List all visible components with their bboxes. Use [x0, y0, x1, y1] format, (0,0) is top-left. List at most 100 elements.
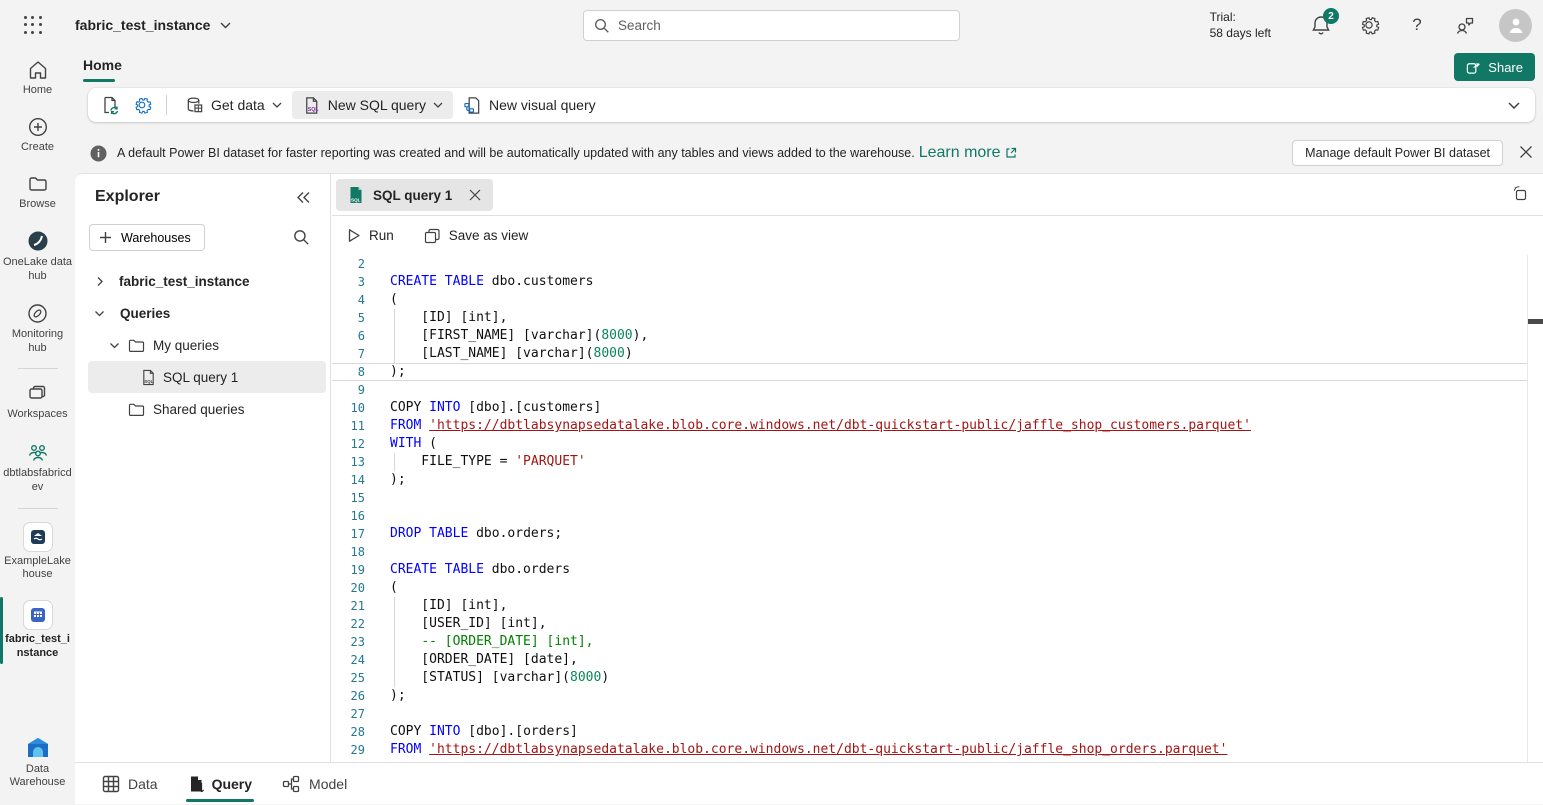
svg-text:SQL: SQL: [307, 107, 319, 113]
rail-item-workspaces[interactable]: Workspaces: [0, 373, 75, 431]
onelake-icon: [26, 229, 50, 253]
ribbon-expand-chevron[interactable]: [1499, 91, 1529, 119]
explorer-search-icon[interactable]: [293, 229, 310, 246]
top-bar: fabric_test_instance Search Trial: 58 da…: [0, 0, 1543, 50]
tab-data[interactable]: Data: [100, 763, 160, 805]
new-sql-query-button[interactable]: SQL New SQL query: [292, 91, 453, 119]
line-number: 7: [332, 345, 365, 363]
chevron-down-icon: [109, 341, 120, 350]
app-launcher-icon[interactable]: [22, 14, 44, 36]
copy-icon[interactable]: [1511, 185, 1529, 203]
query-tab-sql-query-1[interactable]: SQL SQL query 1: [336, 179, 493, 211]
settings-button[interactable]: [1358, 14, 1380, 36]
data-warehouse-icon: [25, 736, 51, 760]
play-icon: [347, 228, 361, 243]
help-button[interactable]: ?: [1406, 14, 1428, 36]
rail-item-create[interactable]: Create: [0, 107, 75, 164]
rail-item-dbtlabsfabricdev[interactable]: dbtlabsfabricdev: [0, 431, 75, 504]
tree-item-shared-queries[interactable]: Shared queries: [75, 393, 330, 425]
code-line[interactable]: 7 [LAST_NAME] [varchar](8000): [332, 345, 1527, 363]
run-button[interactable]: Run: [347, 228, 394, 243]
info-icon: [90, 145, 107, 162]
refresh-dataset-button[interactable]: [94, 91, 126, 119]
share-button[interactable]: Share: [1454, 53, 1535, 81]
line-number: 26: [332, 687, 365, 705]
code-line[interactable]: 22 [USER_ID] [int],: [332, 615, 1527, 633]
code-line[interactable]: 9: [332, 381, 1527, 399]
code-line[interactable]: 20(: [332, 579, 1527, 597]
manage-default-dataset-button[interactable]: Manage default Power BI dataset: [1292, 140, 1503, 166]
search-placeholder: Search: [618, 18, 661, 33]
line-number: 21: [332, 597, 365, 615]
tree-item-warehouse[interactable]: fabric_test_instance: [75, 265, 330, 297]
tab-home[interactable]: Home: [83, 57, 122, 73]
code-line[interactable]: 2: [332, 255, 1527, 273]
code-line[interactable]: 16: [332, 507, 1527, 525]
rail-item-examplelakehouse[interactable]: ExampleLakehouse: [0, 513, 75, 592]
code-line[interactable]: 28COPY INTO [dbo].[orders]: [332, 723, 1527, 741]
code-line[interactable]: 11FROM 'https://dbtlabsynapsedatalake.bl…: [332, 417, 1527, 435]
code-line[interactable]: 25 [STATUS] [varchar](8000): [332, 669, 1527, 687]
code-line[interactable]: 17DROP TABLE dbo.orders;: [332, 525, 1527, 543]
rail-item-fabric-test-instance[interactable]: fabric_test_instance: [0, 591, 75, 670]
tab-model[interactable]: Model: [280, 763, 349, 805]
code-line[interactable]: 8);: [332, 363, 1527, 381]
tree-item-my-queries[interactable]: My queries: [75, 329, 330, 361]
rail-item-home[interactable]: Home: [0, 50, 75, 107]
code-line[interactable]: 15: [332, 489, 1527, 507]
code-line[interactable]: 6 [FIRST_NAME] [varchar](8000),: [332, 327, 1527, 345]
rail-item-data-warehouse[interactable]: Data Warehouse: [0, 727, 75, 805]
search-input[interactable]: Search: [583, 10, 960, 41]
line-number: 19: [332, 561, 365, 579]
notifications-button[interactable]: 2: [1310, 14, 1332, 36]
code-line[interactable]: 4(: [332, 291, 1527, 309]
line-number: 25: [332, 669, 365, 687]
avatar[interactable]: [1499, 9, 1532, 42]
code-line[interactable]: 23 -- [ORDER_DATE] [int],: [332, 633, 1527, 651]
code-line[interactable]: 19CREATE TABLE dbo.orders: [332, 561, 1527, 579]
banner-close-icon[interactable]: [1519, 145, 1533, 159]
sql-file-icon: SQL: [348, 186, 364, 204]
tree-item-queries[interactable]: Queries: [75, 297, 330, 329]
tree-item-sql-query-1[interactable]: SQL SQL query 1: [88, 361, 326, 393]
save-as-view-button[interactable]: Save as view: [424, 228, 529, 244]
code-line[interactable]: 14);: [332, 471, 1527, 489]
code-line[interactable]: 24 [ORDER_DATE] [date],: [332, 651, 1527, 669]
tab-query[interactable]: Query: [186, 763, 254, 805]
get-data-button[interactable]: Get data: [175, 91, 292, 119]
folder-icon: [128, 402, 145, 417]
scrollbar-marker[interactable]: [1528, 319, 1543, 324]
new-visual-query-button[interactable]: New visual query: [453, 91, 606, 119]
feedback-button[interactable]: [1454, 14, 1476, 36]
code-line[interactable]: 21 [ID] [int],: [332, 597, 1527, 615]
ribbon-settings-button[interactable]: [126, 91, 158, 119]
code-line[interactable]: 10COPY INTO [dbo].[customers]: [332, 399, 1527, 417]
collapse-panel-icon[interactable]: [296, 191, 310, 204]
sql-editor[interactable]: 23CREATE TABLE dbo.customers4(5 [ID] [in…: [332, 255, 1543, 762]
learn-more-link[interactable]: Learn more: [919, 144, 1017, 162]
close-tab-icon[interactable]: [469, 189, 481, 201]
code-line[interactable]: 27: [332, 705, 1527, 723]
code-line[interactable]: 12WITH (: [332, 435, 1527, 453]
line-number: 3: [332, 273, 365, 291]
code-line[interactable]: 13 FILE_TYPE = 'PARQUET': [332, 453, 1527, 471]
rail-item-monitoring-hub[interactable]: Monitoring hub: [0, 293, 75, 365]
sql-file-icon: SQL: [302, 96, 321, 115]
code-line[interactable]: 3CREATE TABLE dbo.customers: [332, 273, 1527, 291]
ribbon-toolbar: Get data SQL New SQL query New visual qu…: [88, 88, 1535, 122]
code-line[interactable]: 5 [ID] [int],: [332, 309, 1527, 327]
bottom-tab-bar: Data Query Model: [75, 762, 1543, 804]
new-warehouses-button[interactable]: Warehouses: [89, 224, 205, 251]
save-as-view-icon: [424, 228, 441, 244]
line-number: 14: [332, 471, 365, 489]
editor-toolbar: Run Save as view: [332, 216, 1543, 255]
explorer-title: Explorer: [95, 188, 160, 206]
chevron-right-icon: [96, 276, 105, 287]
code-line[interactable]: 29FROM 'https://dbtlabsynapsedatalake.bl…: [332, 741, 1527, 759]
query-tab-bar: SQL SQL query 1: [332, 174, 1543, 216]
code-line[interactable]: 26);: [332, 687, 1527, 705]
rail-item-onelake-data-hub[interactable]: OneLake data hub: [0, 220, 75, 293]
rail-item-browse[interactable]: Browse: [0, 164, 75, 221]
workspace-switcher[interactable]: fabric_test_instance: [75, 0, 231, 50]
code-line[interactable]: 18: [332, 543, 1527, 561]
